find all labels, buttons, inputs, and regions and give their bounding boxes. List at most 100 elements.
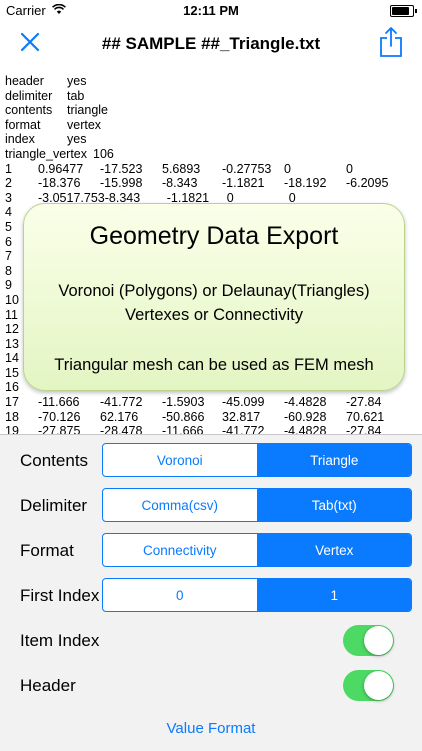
value-format-button[interactable]: Value Format bbox=[0, 720, 422, 737]
segment-option[interactable]: Comma(csv) bbox=[103, 489, 257, 521]
file-cell: -1.1821 bbox=[222, 176, 265, 191]
page-title: ## SAMPLE ##_Triangle.txt bbox=[101, 34, 321, 53]
promo-title: Geometry Data Export bbox=[89, 222, 339, 250]
navigation-bar: ## SAMPLE ##_Triangle.txt bbox=[0, 22, 422, 66]
file-line: 18 -70.126 62.176 -50.866 32.817 -60.928 70.62… bbox=[5, 410, 417, 425]
file-cell: -27.84 bbox=[346, 424, 382, 434]
close-icon[interactable] bbox=[18, 30, 42, 54]
file-line: delimiter tab bbox=[5, 89, 417, 104]
file-line: contents triangle bbox=[5, 103, 417, 118]
contents-segmented-control[interactable]: Voronoi Triangle bbox=[102, 443, 412, 477]
file-cell: -60.928 bbox=[284, 409, 327, 424]
file-line: format vertex bbox=[5, 118, 417, 133]
file-cell: -6.2095 bbox=[346, 176, 389, 191]
file-cell: -27.875 bbox=[38, 424, 81, 434]
file-cell: -4.4828 bbox=[284, 395, 327, 410]
format-label: Format bbox=[20, 541, 74, 560]
delimiter-segmented-control[interactable]: Comma(csv) Tab(txt) bbox=[102, 488, 412, 522]
segment-option[interactable]: 0 bbox=[103, 579, 257, 611]
delimiter-label: Delimiter bbox=[20, 496, 88, 515]
file-line: triangle_vertex 106 bbox=[5, 147, 417, 162]
file-line: 1 0.96477 -17.523 5.6893 -0.27753 0 0 bbox=[5, 162, 417, 177]
segment-option[interactable]: 1 bbox=[256, 579, 411, 611]
file-cell: -41.772 bbox=[222, 424, 265, 434]
file-cell: 0 bbox=[346, 161, 353, 176]
file-line: header yes bbox=[5, 74, 417, 89]
file-cell: yes bbox=[67, 132, 87, 147]
header-row: Header bbox=[0, 664, 422, 708]
file-cell: format bbox=[5, 117, 41, 132]
file-cell: -27.84 bbox=[346, 395, 382, 410]
file-cell: 3 bbox=[5, 190, 12, 205]
clock: 12:11 PM bbox=[183, 3, 239, 18]
file-cell: triangle_vertex bbox=[5, 146, 87, 161]
file-cell: 2 bbox=[5, 176, 12, 191]
file-cell: 17 bbox=[5, 395, 19, 410]
file-cell: 70.621 bbox=[346, 409, 385, 424]
battery-icon bbox=[390, 5, 417, 17]
file-cell: 0 bbox=[284, 161, 291, 176]
toggle-knob bbox=[364, 671, 393, 700]
segment-option[interactable]: Triangle bbox=[256, 444, 411, 476]
file-cell: 1 bbox=[5, 161, 12, 176]
first-index-label: First Index bbox=[20, 586, 100, 605]
file-cell: -11.666 bbox=[38, 395, 80, 410]
file-line: 2 -18.376 -15.998 -8.343 -1.1821 -18.192 -6.20… bbox=[5, 176, 417, 191]
file-cell: -15.998 bbox=[100, 176, 143, 191]
item-index-label: Item Index bbox=[20, 631, 100, 650]
file-cell: -4.4828 bbox=[284, 424, 327, 434]
contents-row: Contents Voronoi Triangle bbox=[0, 439, 422, 483]
file-cell: 0.96477 bbox=[38, 161, 84, 176]
promo-banner: Geometry Data Export Voronoi (Polygons) … bbox=[23, 203, 405, 391]
format-row: Format Connectivity Vertex bbox=[0, 529, 422, 573]
segment-option[interactable]: Vertex bbox=[256, 534, 411, 566]
segment-option[interactable]: Tab(txt) bbox=[256, 489, 411, 521]
file-cell: 32.817 bbox=[222, 409, 261, 424]
file-cell: contents bbox=[5, 103, 53, 118]
file-cell: yes bbox=[67, 74, 87, 88]
file-cell: 18 bbox=[5, 409, 19, 424]
item-index-row: Item Index bbox=[0, 619, 422, 663]
file-cell: -17.523 bbox=[100, 161, 143, 176]
header-toggle[interactable] bbox=[343, 670, 394, 701]
delimiter-row: Delimiter Comma(csv) Tab(txt) bbox=[0, 484, 422, 528]
file-cell: -8.343 bbox=[162, 176, 198, 191]
file-cell: -18.376 bbox=[38, 176, 81, 191]
file-cell: -41.772 bbox=[100, 395, 143, 410]
file-line: 17 -11.666 -41.772 -1.5903 -45.099 -4.4828 -27… bbox=[5, 395, 417, 410]
file-cell: triangle bbox=[67, 103, 108, 118]
file-line: 19 -27.875 -28.478 -11.666 -41.772 -4.4828 -27… bbox=[5, 424, 417, 434]
file-cell: 106 bbox=[93, 146, 114, 161]
status-bar: Carrier 12:11 PM bbox=[0, 0, 422, 22]
toggle-knob bbox=[364, 626, 393, 655]
file-cell: -70.126 bbox=[38, 409, 81, 424]
file-cell: 62.176 bbox=[100, 409, 139, 424]
file-cell: -50.866 bbox=[162, 409, 205, 424]
segment-option[interactable]: Voronoi bbox=[103, 444, 257, 476]
file-cell: delimiter bbox=[5, 88, 53, 103]
file-cell: header bbox=[5, 74, 44, 88]
file-cell: tab bbox=[67, 88, 85, 103]
file-cell: vertex bbox=[67, 117, 102, 132]
promo-line-2: Vertexes or Connectivity bbox=[125, 306, 303, 324]
format-segmented-control[interactable]: Connectivity Vertex bbox=[102, 533, 412, 567]
item-index-toggle[interactable] bbox=[343, 625, 394, 656]
export-settings: Contents Voronoi Triangle Delimiter Comma… bbox=[0, 434, 422, 751]
share-icon[interactable] bbox=[378, 26, 404, 58]
file-cell: -28.478 bbox=[100, 424, 143, 434]
file-cell: -0.27753 bbox=[222, 161, 272, 176]
promo-line-3: Triangular mesh can be used as FEM mesh bbox=[54, 356, 374, 374]
first-index-segmented-control[interactable]: 01 bbox=[102, 578, 412, 612]
file-cell: -45.099 bbox=[222, 395, 265, 410]
file-line: index yes bbox=[5, 132, 417, 147]
file-cell: index bbox=[5, 132, 35, 147]
file-cell: 5.6893 bbox=[162, 161, 201, 176]
header-label: Header bbox=[20, 676, 76, 695]
file-cell: -18.192 bbox=[284, 176, 327, 191]
first-index-row: First Index 01 bbox=[0, 574, 422, 618]
file-cell: 19 bbox=[5, 424, 19, 434]
segment-option[interactable]: Connectivity bbox=[103, 534, 257, 566]
contents-label: Contents bbox=[20, 451, 89, 470]
file-cell: -11.666 bbox=[162, 424, 204, 434]
file-cell: -1.5903 bbox=[162, 395, 205, 410]
